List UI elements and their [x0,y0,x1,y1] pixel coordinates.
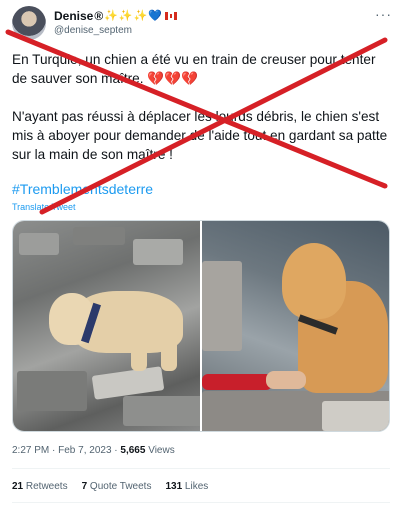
likes-label: Likes [182,481,209,492]
author-name-badge: ® [94,9,104,23]
hashtag-link[interactable]: #Tremblementsdeterre [12,181,153,197]
sparkle-icon: ✨ [118,10,133,22]
author-name[interactable]: Denise [54,9,93,23]
views-label: Views [145,445,175,456]
tweet-time[interactable]: 2:27 PM [12,445,49,456]
tweet-header: Denise ® ✨ ✨ ✨ 💙 @denise_septem ··· [12,6,392,42]
divider [12,468,390,469]
retweets-stat[interactable]: 21 Retweets [12,481,68,492]
broken-heart-icons: 💔💔💔 [147,71,199,86]
tweet-card: Denise ® ✨ ✨ ✨ 💙 @denise_septem ··· En T… [0,0,403,506]
sparkle-icon: ✨ [133,10,148,22]
retweets-count: 21 [12,481,24,492]
tweet-paragraph-2: N'ayant pas réussi à déplacer les lourds… [12,109,388,162]
photo-dog-with-hand[interactable] [202,221,389,431]
likes-stat[interactable]: 131 Likes [165,481,208,492]
translate-tweet-link[interactable]: Translate Tweet [12,202,76,212]
retweets-label: Retweets [23,481,68,492]
tweet-stats: 21 Retweets 7 Quote Tweets 131 Likes [12,481,208,492]
more-icon[interactable]: ··· [375,6,392,22]
divider [12,502,390,503]
blue-heart-icon: 💙 [148,10,163,22]
author-name-row[interactable]: Denise ® ✨ ✨ ✨ 💙 [54,8,178,24]
author-handle[interactable]: @denise_septem [54,25,132,36]
avatar[interactable] [12,6,46,40]
tweet-date[interactable]: Feb 7, 2023 [58,445,111,456]
quote-tweets-label: Quote Tweets [87,481,152,492]
meta-separator: · [49,445,59,456]
quote-tweets-stat[interactable]: 7 Quote Tweets [82,481,152,492]
views-count: 5,665 [120,445,146,456]
tweet-meta: 2:27 PM · Feb 7, 2023 · 5,665 Views [12,445,175,456]
tweet-text: En Turquie, un chien a été vu en train d… [12,50,390,183]
canada-flag-icon [165,12,178,20]
tweet-paragraph-1: En Turquie, un chien a été vu en train d… [12,50,390,88]
photo-dog-in-rubble[interactable] [13,221,200,431]
sparkle-icon: ✨ [104,10,118,22]
tweet-media[interactable] [12,220,390,432]
likes-count: 131 [165,481,183,492]
